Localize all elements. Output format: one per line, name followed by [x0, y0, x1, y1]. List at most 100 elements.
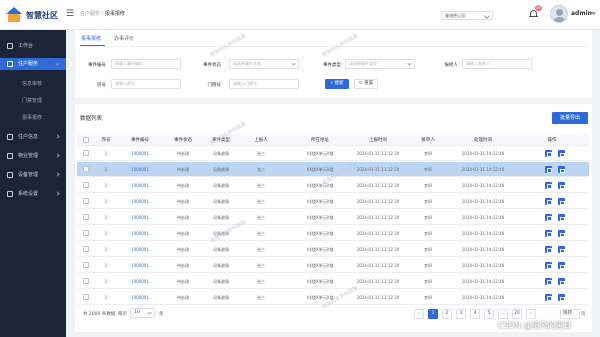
page-button[interactable]: 5 [484, 309, 494, 319]
chevron-down-icon[interactable] [591, 10, 596, 15]
sidebar-sub-access-control[interactable]: 门禁管理 [0, 95, 66, 107]
row-checkbox[interactable] [83, 262, 89, 268]
menu-fold-icon[interactable]: ☰ [66, 9, 76, 19]
row-checkbox[interactable] [83, 246, 89, 252]
edit-icon[interactable] [545, 198, 552, 205]
sidebar-sub-repair[interactable]: 报事报修 [0, 112, 66, 124]
delete-icon[interactable] [558, 278, 565, 285]
table-row[interactable]: 1 1000001 待处理 设备故障 张三 XX楼X单元X楼 2024-01-31 11:1… [77, 242, 589, 257]
reporter-input[interactable]: 请输入报修人 [462, 59, 532, 69]
row-checkbox[interactable] [83, 150, 89, 156]
batch-export-button[interactable]: 批量导出 [552, 112, 588, 124]
prev-page-button[interactable]: ‹ [414, 309, 424, 319]
delete-icon[interactable] [558, 230, 565, 237]
delete-icon[interactable] [558, 198, 565, 205]
page-jump-input[interactable]: 跳转 [560, 309, 580, 319]
table-row[interactable]: 1 1000001 待处理 设备故障 张三 XX楼X单元X楼 2024-01-31 11:1… [77, 258, 589, 273]
delete-icon[interactable] [558, 182, 565, 189]
delete-icon[interactable] [558, 246, 565, 253]
table-cell: 待处理 [177, 231, 189, 236]
sidebar-sub-info-review[interactable]: 信息审核 [0, 78, 66, 90]
event-no-link[interactable]: 1000001 [127, 279, 153, 284]
table-row[interactable]: 1 1000001 待处理 设备故障 张三 XX楼X单元X楼 2024-01-31 11:1… [77, 274, 589, 289]
tab-repair[interactable]: 报事报修 [81, 35, 101, 42]
sidebar-item-resident-info[interactable]: 住户信息 [0, 131, 66, 143]
edit-icon[interactable] [545, 230, 552, 237]
event-no-link[interactable]: 1000001 [127, 199, 153, 204]
event-no-link[interactable]: 1000001 [127, 295, 153, 300]
table-row[interactable]: 1 1000001 待处理 设备故障 张三 XX楼X单元X楼 2024-01-31 11:1… [77, 226, 589, 241]
delete-icon[interactable] [558, 214, 565, 221]
sidebar-item-property[interactable]: 物业管理 [0, 150, 66, 162]
row-checkbox[interactable] [83, 198, 89, 204]
next-page-button[interactable]: › [526, 309, 536, 319]
row-checkbox[interactable] [83, 214, 89, 220]
table-cell: 张三 [257, 199, 265, 204]
house-input[interactable]: 请输入房号 [111, 79, 181, 89]
event-no-link[interactable]: 1000001 [127, 247, 153, 252]
table-cell: 待处理 [177, 215, 189, 220]
chevron-down-icon [55, 61, 60, 66]
tab-evaluation[interactable]: 办事评价 [114, 35, 134, 42]
select-all-checkbox[interactable] [83, 137, 89, 143]
table-row[interactable]: 1 1000001 待处理 设备故障 张三 XX楼X单元X楼 2024-01-31 11:1… [77, 210, 589, 225]
event-no-link[interactable]: 1000001 [127, 215, 153, 220]
edit-icon[interactable] [545, 294, 552, 301]
page-button[interactable]: 4 [470, 309, 480, 319]
table-cell: 2024-01-31 11:12:30 [356, 167, 400, 172]
edit-icon[interactable] [545, 166, 552, 173]
event-no-link[interactable]: 1000001 [127, 183, 153, 188]
edit-icon[interactable] [545, 278, 552, 285]
door-input[interactable]: 请输入门牌号 [229, 79, 299, 89]
event-no-link[interactable]: 1000001 [127, 167, 153, 172]
breadcrumb-parent[interactable]: 住户服务 [80, 11, 100, 17]
table-cell: 待处理 [177, 183, 189, 188]
row-checkbox[interactable] [83, 166, 89, 172]
th-handler: 接单人 [421, 138, 435, 143]
page-button[interactable]: 20 [512, 309, 522, 319]
avatar[interactable] [550, 5, 568, 23]
sidebar-item-resident-service[interactable]: 住户服务 [0, 58, 66, 70]
search-button[interactable]: ⌕ 搜索 [325, 79, 349, 89]
user-name[interactable]: admin [571, 10, 592, 17]
delete-icon[interactable] [558, 294, 565, 301]
app-logo[interactable]: 智慧社区 [5, 6, 67, 24]
table-row[interactable]: 1 1000001 待处理 设备故障 张三 XX楼X单元X楼 2024-01-31 11:1… [77, 194, 589, 209]
edit-icon[interactable] [545, 246, 552, 253]
row-checkbox[interactable] [83, 182, 89, 188]
community-select[interactable]: 童城德公园 [441, 11, 493, 20]
page-button[interactable]: 1 [428, 309, 438, 319]
event-no-input[interactable]: 请输入事件编号 [111, 59, 181, 69]
reset-button[interactable]: ↻ 重置 [354, 79, 378, 89]
page-size-select[interactable]: 10 [130, 308, 155, 318]
per-page-label: 每页 [118, 312, 127, 317]
row-checkbox[interactable] [83, 278, 89, 284]
page-button[interactable]: 2 [442, 309, 452, 319]
event-no-link[interactable]: 1000001 [127, 231, 153, 236]
event-no-link[interactable]: 1000001 [127, 151, 153, 156]
table-cell: 待处理 [177, 167, 189, 172]
sidebar-item-dashboard[interactable]: 工作台 [0, 40, 66, 52]
event-no-link[interactable]: 1000001 [127, 263, 153, 268]
table-cell: 1 [104, 263, 108, 268]
edit-icon[interactable] [545, 150, 552, 157]
status-select[interactable]: 请选择事件状态 [229, 59, 299, 69]
table-cell: 李四 [424, 295, 432, 300]
sidebar-item-settings[interactable]: 系统设置 [0, 188, 66, 200]
delete-icon[interactable] [558, 150, 565, 157]
page-button[interactable]: 3 [456, 309, 466, 319]
list-title: 数据列表 [80, 116, 103, 122]
table-header: 序号 事件编号 事件状态 事件类型 上报人 所在地址 上报时间 接单人 处理时间… [77, 134, 589, 146]
row-checkbox[interactable] [83, 230, 89, 236]
edit-icon[interactable] [545, 214, 552, 221]
edit-icon[interactable] [545, 182, 552, 189]
type-select[interactable]: 请选择事件类型 [345, 59, 415, 69]
table-row[interactable]: 1 1000001 待处理 设备故障 张三 XX楼X单元X楼 2024-01-31 11:1… [77, 146, 589, 161]
table-cell: XX楼X单元X楼 [306, 231, 334, 236]
delete-icon[interactable] [558, 262, 565, 269]
row-checkbox[interactable] [83, 294, 89, 300]
delete-icon[interactable] [558, 166, 565, 173]
table-cell: 张三 [257, 167, 265, 172]
edit-icon[interactable] [545, 262, 552, 269]
sidebar-item-device[interactable]: 设备管理 [0, 169, 66, 181]
